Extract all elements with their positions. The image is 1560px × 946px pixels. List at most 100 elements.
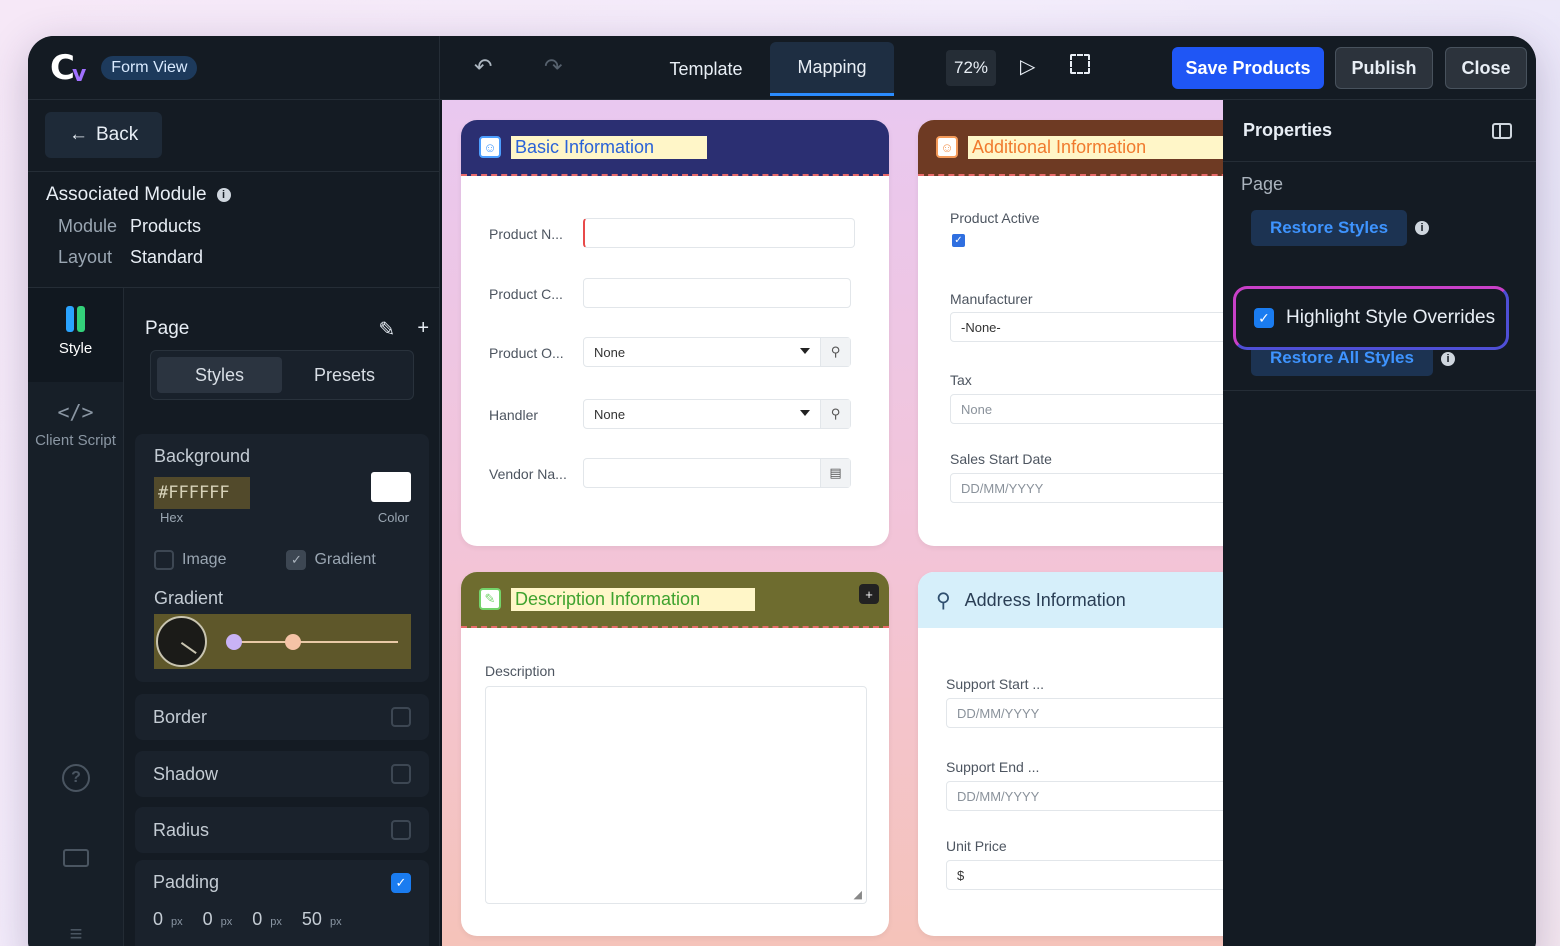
field-label: Support End ... <box>946 759 1040 775</box>
info-icon[interactable]: i <box>216 188 231 202</box>
user-search-icon[interactable]: ⚲ <box>820 400 850 428</box>
unit-price-input[interactable]: $ <box>946 860 1223 890</box>
border-card[interactable]: Border <box>135 694 429 740</box>
border-title: Border <box>153 706 208 727</box>
restore-styles-button[interactable]: Restore Styles <box>1251 210 1407 246</box>
zoom-level[interactable]: 72% <box>946 50 996 86</box>
basic-information-section[interactable]: ☺ Basic Information Product N... Product… <box>461 120 889 546</box>
info-icon[interactable]: i <box>1415 221 1429 235</box>
section-title: Description Information <box>511 587 755 611</box>
additional-information-section[interactable]: ☺ Additional Information Product Active … <box>918 120 1223 546</box>
select-value: None <box>594 344 626 360</box>
gradient-editor <box>154 614 411 669</box>
additional-information-header: ☺ Additional Information <box>918 120 1223 176</box>
section-title: Address Information <box>964 589 1126 610</box>
support-end-date-input[interactable]: DD/MM/YYYY <box>946 781 1223 811</box>
date-placeholder: DD/MM/YYYY <box>957 705 1040 721</box>
associated-module-title: Associated Module <box>46 184 207 205</box>
add-field-icon[interactable]: + <box>859 584 879 604</box>
gradient-stop-handle[interactable] <box>285 634 301 650</box>
basic-information-header: ☺ Basic Information <box>461 120 889 176</box>
product-owner-select[interactable]: None ⚲ <box>583 337 851 367</box>
padding-top[interactable]: 0 px <box>153 909 183 930</box>
vendor-name-input[interactable]: ▤ <box>583 458 851 488</box>
video-icon[interactable] <box>62 844 90 872</box>
field-label: Unit Price <box>946 838 1007 854</box>
padding-left[interactable]: 50 px <box>302 909 342 930</box>
back-button[interactable]: ← Back <box>45 112 163 158</box>
page-tools: ✎ + <box>379 317 429 342</box>
lookup-icon[interactable]: ▤ <box>820 459 850 487</box>
check-icon[interactable]: ✓ <box>1254 308 1274 328</box>
padding-toggle[interactable]: ✓ <box>391 872 411 893</box>
field-label: Product C... <box>489 286 563 302</box>
code-icon: </> <box>57 400 94 424</box>
shadow-card[interactable]: Shadow <box>135 751 429 797</box>
tab-presets[interactable]: Presets <box>282 357 407 393</box>
user-icon: ☺ <box>479 136 501 158</box>
pencil-icon[interactable]: ✎ <box>379 317 396 342</box>
menu-icon[interactable]: ≡ <box>62 920 90 946</box>
field-label: Product O... <box>489 345 564 361</box>
fullscreen-icon[interactable] <box>1070 54 1090 74</box>
description-information-header: ✎ Description Information + <box>461 572 889 628</box>
publish-button[interactable]: Publish <box>1335 47 1433 89</box>
product-code-input[interactable] <box>583 278 851 308</box>
form-view-badge: Form View <box>101 55 198 80</box>
edit-note-icon: ✎ <box>479 588 501 610</box>
address-information-section[interactable]: ⚲ Address Information Support Start ... … <box>918 572 1223 936</box>
tax-select[interactable]: None <box>950 394 1223 424</box>
description-textarea[interactable]: ◢ <box>485 686 867 904</box>
manufacturer-select[interactable]: -None- <box>950 312 1223 342</box>
padding-right[interactable]: 0 px <box>203 909 233 930</box>
radius-card[interactable]: Radius <box>135 807 429 853</box>
undo-icon[interactable]: ↶ <box>474 54 492 80</box>
gradient-track[interactable] <box>234 641 398 643</box>
properties-title: Properties <box>1243 120 1333 140</box>
tab-template[interactable]: Template <box>650 42 762 96</box>
product-name-input[interactable] <box>583 218 855 248</box>
panel-toggle-icon[interactable] <box>1492 122 1512 139</box>
field-label: Support Start ... <box>946 676 1045 692</box>
help-icon[interactable]: ? <box>62 764 90 792</box>
tool-rail: Style </> Client Script ? ≡ <box>28 288 124 946</box>
tab-mapping[interactable]: Mapping <box>770 42 894 96</box>
save-products-button[interactable]: Save Products <box>1172 47 1324 89</box>
tab-styles[interactable]: Styles <box>157 357 282 393</box>
resize-handle-icon[interactable]: ◢ <box>854 888 862 901</box>
image-checkbox[interactable]: Image <box>154 550 226 570</box>
background-options: Image ✓ Gradient <box>154 550 376 570</box>
style-icon <box>66 306 85 332</box>
play-icon[interactable]: ▷ <box>1020 54 1035 79</box>
back-label: Back <box>96 124 139 145</box>
field-label: Sales Start Date <box>950 451 1052 467</box>
handler-select[interactable]: None ⚲ <box>583 399 851 429</box>
description-information-section[interactable]: ✎ Description Information + Description … <box>461 572 889 936</box>
angle-dial[interactable] <box>156 616 207 667</box>
hex-input[interactable]: #FFFFFF <box>154 477 250 509</box>
hex-label: Hex <box>160 510 184 525</box>
gradient-checkbox[interactable]: ✓ Gradient <box>286 550 376 570</box>
location-pin-icon: ⚲ <box>936 589 951 612</box>
product-active-checkbox[interactable]: ✓ <box>952 234 965 247</box>
close-button[interactable]: Close <box>1445 47 1527 89</box>
padding-bottom[interactable]: 0 px <box>252 909 282 930</box>
plus-icon[interactable]: + <box>417 317 429 342</box>
user-search-icon[interactable]: ⚲ <box>820 338 850 366</box>
style-properties: Page ✎ + Styles Presets Background #FFFF… <box>135 288 439 946</box>
radius-toggle[interactable] <box>391 820 411 840</box>
border-toggle[interactable] <box>391 707 411 727</box>
sales-start-date-input[interactable]: DD/MM/YYYY <box>950 473 1223 503</box>
rail-item-style[interactable]: Style <box>28 288 123 382</box>
rail-item-client-script[interactable]: </> Client Script <box>28 382 123 476</box>
module-value: Products <box>130 216 202 236</box>
highlight-style-overrides-toggle[interactable]: ✓ Highlight Style Overrides <box>1233 286 1509 350</box>
color-swatch[interactable] <box>371 472 411 502</box>
padding-card: Padding ✓ 0 px 0 px 0 px 50 px <box>135 860 429 946</box>
support-start-date-input[interactable]: DD/MM/YYYY <box>946 698 1223 728</box>
gradient-stop-handle[interactable] <box>226 634 242 650</box>
redo-icon[interactable]: ↷ <box>544 54 562 80</box>
info-icon[interactable]: i <box>1441 352 1455 366</box>
layout-row: Layout Standard <box>46 247 421 268</box>
shadow-toggle[interactable] <box>391 764 411 784</box>
